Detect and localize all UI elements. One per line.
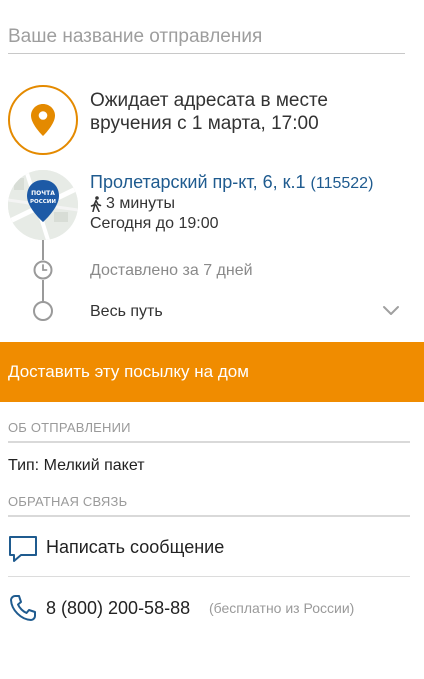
timeline-clock-node [33, 260, 53, 280]
walking-time-value: 3 минуты [106, 195, 175, 212]
feedback-section-header: ОБРАТНАЯ СВЯЗЬ [8, 494, 128, 509]
delivery-status-text: Ожидает адресата в месте вручения с 1 ма… [90, 90, 329, 134]
chevron-down-icon[interactable] [382, 304, 400, 318]
clock-icon [33, 260, 53, 280]
write-message-label: Написать сообщение [46, 537, 225, 557]
full-route-toggle[interactable]: Весь путь [90, 303, 163, 321]
chat-bubble-icon [9, 536, 37, 562]
post-office-logo-line1: ПОЧТА [31, 190, 55, 197]
timeline-end-node [33, 301, 53, 321]
office-hours: Сегодня до 19:00 [90, 215, 219, 232]
status-badge [8, 85, 78, 155]
call-hotline-button[interactable]: 8 (800) 200-58-88 (бесплатно из России) [0, 588, 424, 628]
phone-icon [10, 595, 36, 621]
about-section-header: ОБ ОТПРАВЛЕНИИ [8, 420, 131, 435]
location-pin-icon [31, 104, 55, 136]
hotline-phone-note: (бесплатно из России) [209, 600, 355, 616]
post-office-map-thumbnail[interactable]: ПОЧТА РОССИИ [8, 170, 78, 240]
deliver-to-home-button[interactable]: Доставить эту посылку на дом [0, 342, 424, 402]
feedback-row-divider [8, 576, 410, 577]
walking-person-icon [90, 196, 102, 212]
post-office-zip: (115522) [310, 175, 374, 192]
post-office-address-link[interactable]: Пролетарский пр-кт, 6, к.1 (115522) [90, 172, 373, 193]
walking-time: 3 минуты [90, 195, 175, 213]
write-message-button[interactable]: Написать сообщение [0, 523, 424, 575]
shipment-type: Тип: Мелкий пакет [8, 457, 145, 474]
shipment-name-field[interactable] [8, 22, 405, 54]
post-office-logo-line2: РОССИИ [30, 199, 56, 205]
hotline-phone-number: 8 (800) 200-58-88 [46, 598, 191, 618]
shipment-name-input[interactable] [8, 22, 405, 52]
about-section-divider [8, 441, 410, 443]
post-office-name: Пролетарский пр-кт, 6, к.1 [90, 172, 306, 192]
delivery-duration: Доставлено за 7 дней [90, 262, 253, 279]
feedback-section-divider [8, 515, 410, 517]
